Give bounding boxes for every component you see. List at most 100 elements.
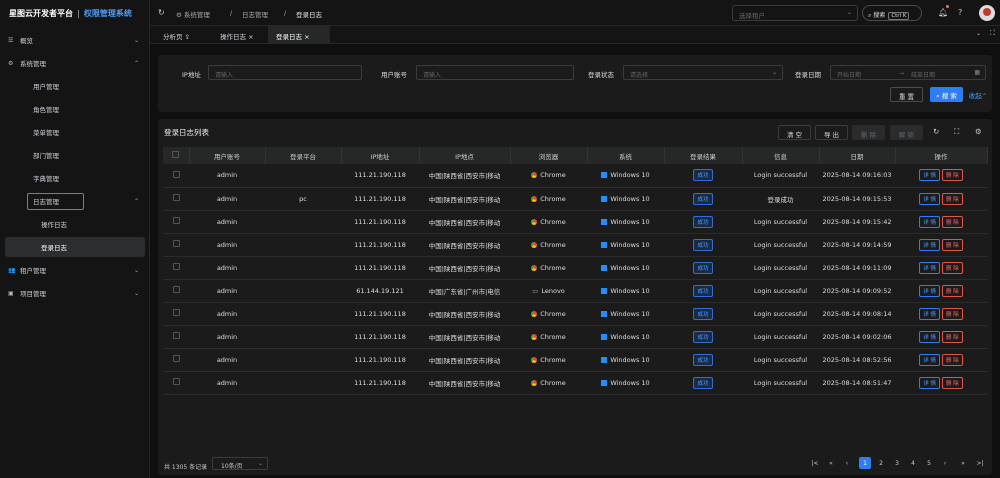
row-checkbox[interactable] (163, 187, 189, 211)
row-checkbox[interactable] (163, 233, 189, 257)
close-icon[interactable]: × (304, 33, 309, 41)
row-checkbox[interactable] (163, 348, 189, 372)
detail-button[interactable]: 详 情 (919, 169, 940, 182)
row-delete-button[interactable]: 删 除 (942, 376, 963, 389)
date-range-input[interactable]: 开始日期 → 结束日期 ▦ (830, 65, 986, 80)
cell-location: 中国|陕西省|西安市|移动 (419, 187, 510, 211)
select-all-checkbox[interactable] (163, 147, 190, 164)
row-delete-button[interactable]: 删 除 (942, 169, 963, 182)
prev-page-button[interactable]: ‹ (841, 457, 853, 469)
row-delete-button[interactable]: 删 除 (942, 192, 963, 205)
sidebar-item-project[interactable]: ▣ 项目管理 ⌄ (0, 283, 150, 303)
reset-button[interactable]: 重 置 (890, 87, 923, 102)
avatar[interactable] (979, 5, 995, 21)
project-icon: ▣ (8, 289, 14, 297)
next-page-button[interactable]: › (939, 457, 951, 469)
detail-button[interactable]: 详 情 (919, 215, 940, 228)
status-select[interactable]: 请选择 ⌄ (623, 65, 783, 80)
global-search-button[interactable]: ⌕ 搜索 Ctrl K (862, 5, 922, 21)
row-checkbox[interactable] (163, 371, 189, 395)
first-page-button[interactable]: |< (809, 457, 821, 469)
sidebar-item-overview[interactable]: ☰ 概览 ⌄ (0, 30, 150, 50)
detail-button[interactable]: 详 情 (919, 376, 940, 389)
fullscreen-icon[interactable]: ⛶ (954, 127, 959, 137)
sidebar-item-menu[interactable]: 菜单管理 (0, 122, 150, 142)
cell-date: 2025-08-14 09:15:42 (819, 210, 895, 234)
tab-oplog[interactable]: 操作日志 × (212, 26, 262, 44)
row-checkbox[interactable] (163, 210, 189, 234)
prev-group-button[interactable]: « (825, 457, 837, 469)
cell-message: Login successful (742, 210, 819, 234)
row-checkbox[interactable] (163, 279, 189, 303)
row-checkbox[interactable] (163, 325, 189, 349)
refresh-icon[interactable]: ↻ (158, 8, 165, 17)
cell-location: 中国|广东省|广州市|电信 (419, 279, 510, 303)
row-delete-button[interactable]: 删 除 (942, 215, 963, 228)
sidebar-item-system[interactable]: ⚙ 系统管理 ⌃ (0, 53, 150, 73)
cell-user: admin (189, 233, 265, 257)
unlock-button[interactable]: 解 锁 (890, 125, 923, 140)
collapse-button[interactable]: 收起⌃ (965, 87, 991, 102)
tenant-select[interactable]: 选择租户 ⌄ (732, 5, 858, 21)
page-1[interactable]: 1 (859, 457, 871, 469)
sidebar-item-oplog[interactable]: 操作日志 (0, 214, 150, 234)
row-delete-button[interactable]: 删 除 (942, 238, 963, 251)
search-button[interactable]: ⌕ 搜 索 (930, 87, 963, 102)
sidebar-label: 登录日志 (41, 244, 67, 252)
row-delete-button[interactable]: 删 除 (942, 330, 963, 343)
breadcrumb-current: 登录日志 (296, 11, 322, 19)
cell-user: admin (189, 164, 265, 188)
page-size-select[interactable]: 10条/页 ⌄ (212, 457, 268, 470)
page-3[interactable]: 3 (891, 457, 903, 469)
detail-button[interactable]: 详 情 (919, 353, 940, 366)
fullscreen-icon[interactable]: ⛶ (990, 29, 995, 38)
refresh-icon[interactable]: ↻ (933, 127, 939, 136)
row-delete-button[interactable]: 删 除 (942, 353, 963, 366)
search-icon: ⌕ (868, 12, 872, 19)
ip-input[interactable]: 请输入 (208, 65, 362, 80)
sidebar-item-dict[interactable]: 字典管理 (0, 168, 150, 188)
detail-button[interactable]: 详 情 (919, 192, 940, 205)
detail-button[interactable]: 详 情 (919, 307, 940, 320)
detail-button[interactable]: 详 情 (919, 238, 940, 251)
breadcrumb-system[interactable]: ⚙ 系统管理 (176, 9, 210, 19)
export-button[interactable]: 导 出 (815, 125, 848, 140)
status-badge: 成功 (693, 307, 713, 320)
cell-location: 中国|陕西省|西安市|移动 (419, 302, 510, 326)
close-icon[interactable]: × (248, 33, 253, 41)
page-4[interactable]: 4 (907, 457, 919, 469)
settings-icon[interactable]: ⚙ (975, 127, 982, 136)
cell-ip: 111.21.190.118 (341, 233, 419, 257)
page-5[interactable]: 5 (923, 457, 935, 469)
next-group-button[interactable]: » (957, 457, 969, 469)
sidebar-item-tenant[interactable]: 👥 租户管理 ⌄ (0, 260, 150, 280)
sidebar-item-user[interactable]: 用户管理 (0, 76, 150, 96)
detail-button[interactable]: 详 情 (919, 330, 940, 343)
row-checkbox[interactable] (163, 302, 189, 326)
cell-date: 2025-08-14 08:52:56 (819, 348, 895, 372)
detail-button[interactable]: 详 情 (919, 284, 940, 297)
sidebar-item-role[interactable]: 角色管理 (0, 99, 150, 119)
last-page-button[interactable]: >| (974, 457, 986, 469)
row-checkbox[interactable] (163, 256, 189, 280)
bell-icon[interactable]: 🔔︎ (938, 8, 948, 17)
page-2[interactable]: 2 (875, 457, 887, 469)
help-icon[interactable]: ? (958, 8, 962, 17)
tab-loginlog[interactable]: 登录日志 × (268, 26, 330, 44)
row-checkbox[interactable] (163, 164, 189, 188)
chevron-down-icon[interactable]: ⌄ (976, 30, 981, 37)
row-delete-button[interactable]: 删 除 (942, 307, 963, 320)
clear-button[interactable]: 清 空 (778, 125, 811, 140)
sidebar-item-dept[interactable]: 部门管理 (0, 145, 150, 165)
row-delete-button[interactable]: 删 除 (942, 284, 963, 297)
menu-icon: ☰ (8, 36, 14, 44)
detail-button[interactable]: 详 情 (919, 261, 940, 274)
row-delete-button[interactable]: 删 除 (942, 261, 963, 274)
tab-analysis[interactable]: 分析页 ⇪ (155, 26, 198, 44)
breadcrumb-log[interactable]: 日志管理 (242, 9, 268, 19)
table-row: admin 111.21.190.118 中国|陕西省|西安市|移动 Chrome Wi… (163, 164, 987, 188)
sidebar-item-loginlog[interactable]: 登录日志 (5, 237, 145, 257)
breadcrumb-sep: / (284, 9, 287, 17)
delete-button[interactable]: 删 除 (852, 125, 885, 140)
user-input[interactable]: 请输入 (416, 65, 574, 80)
